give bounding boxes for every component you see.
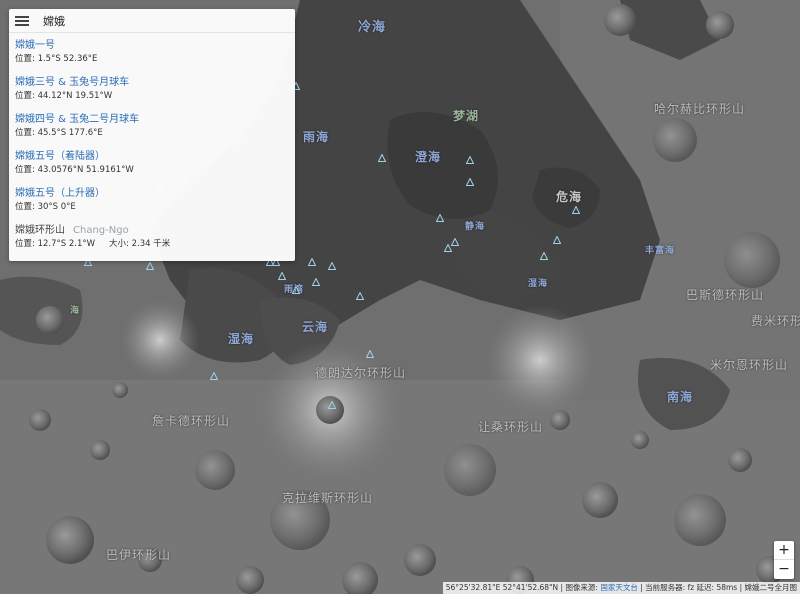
search-bar [9,9,295,33]
image-source-link[interactable]: 国家天文台 [600,583,638,592]
map-label-janssen-crater: 让桑环形山 [478,420,544,434]
map-label-hahn-crater: 哈尔赫比环形山 [654,102,746,116]
result-alias: Chang-Ngo [73,225,129,236]
map-label-fermi-crater: 费米环形山 [751,314,800,328]
map-label-mare-serenitatis: 澄海 [415,150,442,164]
result-size: 大小: 2.34 千米 [109,239,171,249]
result-item[interactable]: 嫦娥环形山 Chang-Ngo 位置: 12.7°S 2.1°W 大小: 2.34 … [15,222,289,259]
map-label-mare-nubium: 云海 [302,320,329,334]
result-item[interactable]: 嫦娥五号（上升器） 位置: 30°S 0°E [15,185,289,222]
landing-site-marker-icon[interactable] [328,401,336,409]
landing-site-marker-icon[interactable] [278,272,286,280]
landing-site-marker-icon[interactable] [572,206,580,214]
layer-name: 嫦娥二号全月图 [744,583,798,592]
landing-site-marker-icon[interactable] [366,350,374,358]
map-label-lacus-somniorum: 梦湖 [453,109,480,123]
result-position: 位置: 1.5°S 52.36°E [15,54,98,64]
image-source-label: 图像来源: [565,583,598,592]
landing-site-marker-icon[interactable] [444,244,452,252]
menu-button[interactable] [9,9,35,33]
map-label-deslandres-crater: 德朗达尔环形山 [315,366,407,380]
search-panel: 嫦娥一号 位置: 1.5°S 52.36°E 嫦娥三号 & 玉兔号月球车 位置:… [9,9,295,261]
result-position: 位置: 43.0576°N 51.9161°W [15,165,134,175]
result-item[interactable]: 嫦娥四号 & 玉兔二号月球车 位置: 45.5°S 177.6°E [15,111,289,148]
map-label-mare-nectaris: 湿海 [528,279,549,289]
landing-site-marker-icon[interactable] [356,292,364,300]
zoom-out-button[interactable]: − [774,560,794,579]
result-position: 位置: 45.5°S 177.6°E [15,128,103,138]
attribution-bar: 56°25'32.81"E 52°41'52.68"N | 图像来源: 国家天文… [442,582,800,594]
map-label-mare-australe: 南海 [667,390,694,404]
map-label-left-mare: 海 [70,306,81,316]
landing-site-marker-icon[interactable] [308,258,316,266]
result-title[interactable]: 嫦娥一号 [15,37,289,53]
landing-site-marker-icon[interactable] [378,154,386,162]
landing-site-marker-icon[interactable] [292,286,300,294]
result-position: 位置: 30°S 0°E [15,202,76,212]
search-results-list: 嫦娥一号 位置: 1.5°S 52.36°E 嫦娥三号 & 玉兔号月球车 位置:… [9,33,295,259]
landing-site-marker-icon[interactable] [210,372,218,380]
map-label-bailly-crater: 巴伊环形山 [106,548,172,562]
map-label-mare-humorum: 湿海 [228,332,255,346]
result-position: 位置: 44.12°N 19.51°W [15,91,113,101]
result-title[interactable]: 嫦娥环形山 Chang-Ngo [15,222,289,238]
map-label-milne-crater: 米尔恩环形山 [710,358,789,372]
landing-site-marker-icon[interactable] [436,214,444,222]
landing-site-marker-icon[interactable] [553,236,561,244]
result-title[interactable]: 嫦娥五号（上升器） [15,185,289,201]
map-label-schickard-crater: 詹卡德环形山 [152,414,231,428]
cursor-coordinates: 56°25'32.81"E 52°41'52.68"N [445,583,559,592]
result-title-text: 嫦娥环形山 [15,225,65,236]
result-title[interactable]: 嫦娥五号（着陆器） [15,148,289,164]
landing-site-marker-icon[interactable] [466,156,474,164]
result-item[interactable]: 嫦娥一号 位置: 1.5°S 52.36°E [15,37,289,74]
result-title[interactable]: 嫦娥三号 & 玉兔号月球车 [15,74,289,90]
server-status: 当前服务器: fz 延迟: 58ms [645,583,738,592]
landing-site-marker-icon[interactable] [451,238,459,246]
zoom-in-button[interactable]: + [774,541,794,560]
landing-site-marker-icon[interactable] [466,178,474,186]
result-position: 位置: 12.7°S 2.1°W 大小: 2.34 千米 [15,238,289,251]
result-title[interactable]: 嫦娥四号 & 玉兔二号月球车 [15,111,289,127]
landing-site-marker-icon[interactable] [328,262,336,270]
result-position-text: 位置: 12.7°S 2.1°W [15,239,96,249]
landing-site-marker-icon[interactable] [146,262,154,270]
map-label-mare-fecunditatis: 丰富海 [645,246,676,256]
map-label-mare-crisium: 危海 [556,190,583,204]
result-item[interactable]: 嫦娥五号（着陆器） 位置: 43.0576°N 51.9161°W [15,148,289,185]
landing-site-marker-icon[interactable] [540,252,548,260]
landing-site-marker-icon[interactable] [312,278,320,286]
map-label-mare-frigoris: 冷海 [358,20,387,35]
hamburger-icon [15,15,29,26]
map-label-mare-imbrium: 雨海 [303,130,330,144]
map-label-clavius-crater: 克拉维斯环形山 [282,491,374,505]
result-item[interactable]: 嫦娥三号 & 玉兔号月球车 位置: 44.12°N 19.51°W [15,74,289,111]
search-input[interactable] [35,9,295,32]
map-label-mare-tranquillitatis: 静海 [465,222,486,232]
zoom-control: + − [774,541,794,579]
map-label-pasteur-crater: 巴斯德环形山 [686,288,765,302]
